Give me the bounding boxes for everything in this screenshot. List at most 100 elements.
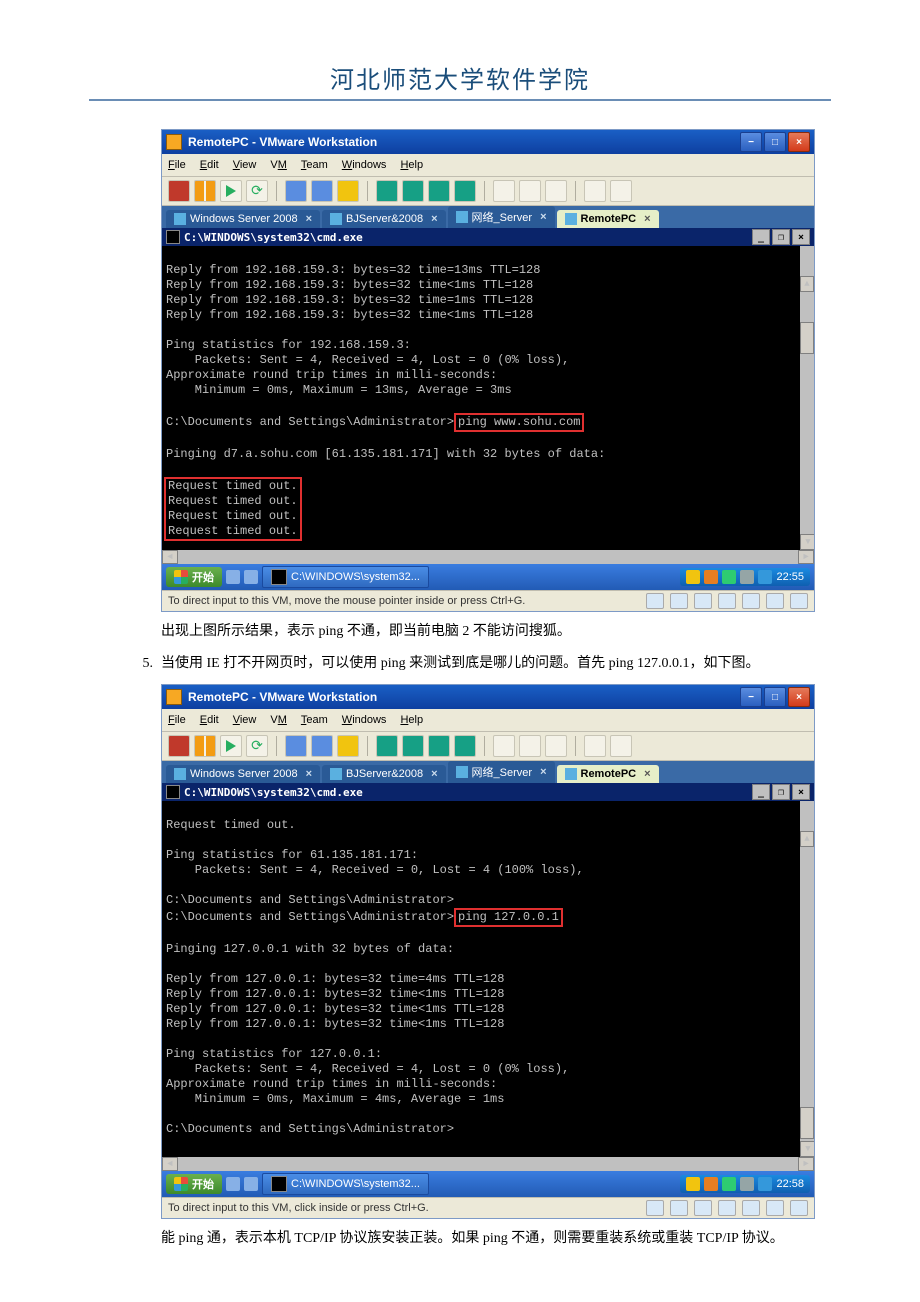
menu-windows[interactable]: Windows xyxy=(342,159,387,171)
device-printer-icon[interactable] xyxy=(790,1200,808,1216)
menu-help[interactable]: Help xyxy=(400,714,423,726)
view-icon-3[interactable] xyxy=(428,735,450,757)
device-usb-icon[interactable] xyxy=(742,1200,760,1216)
device-printer-icon[interactable] xyxy=(790,593,808,609)
scroll-up-icon[interactable]: ▲ xyxy=(800,831,814,847)
grab-icon[interactable] xyxy=(610,180,632,202)
close-icon[interactable]: × xyxy=(644,768,650,780)
menu-view[interactable]: View xyxy=(233,714,257,726)
play-icon[interactable] xyxy=(220,180,242,202)
maximize-button[interactable]: □ xyxy=(764,687,786,707)
menu-edit[interactable]: Edit xyxy=(200,714,219,726)
cmd-minimize-button[interactable]: _ xyxy=(752,229,770,245)
sidebar-icon[interactable] xyxy=(545,180,567,202)
vertical-scrollbar[interactable]: ▲ ▼ xyxy=(800,801,814,1157)
fullscreen-icon[interactable] xyxy=(493,180,515,202)
unity-icon[interactable] xyxy=(519,735,541,757)
maximize-button[interactable]: □ xyxy=(764,132,786,152)
view-icon-1[interactable] xyxy=(376,180,398,202)
cmd-minimize-button[interactable]: _ xyxy=(752,784,770,800)
close-icon[interactable]: × xyxy=(306,213,312,225)
tab-winserver2008[interactable]: Windows Server 2008× xyxy=(166,210,320,228)
tray-network-icon[interactable] xyxy=(722,570,736,584)
menu-file[interactable]: File xyxy=(168,714,186,726)
tray-volume-icon[interactable] xyxy=(740,570,754,584)
scroll-right-icon[interactable]: ► xyxy=(798,550,814,564)
view-icon-2[interactable] xyxy=(402,180,424,202)
scroll-thumb[interactable] xyxy=(800,322,814,354)
close-icon[interactable]: × xyxy=(431,213,437,225)
snapshot-manager-icon[interactable] xyxy=(311,180,333,202)
cmd-close-button[interactable]: × xyxy=(792,784,810,800)
cmd-restore-button[interactable]: ❐ xyxy=(772,784,790,800)
menu-help[interactable]: Help xyxy=(400,159,423,171)
pause-icon[interactable] xyxy=(194,735,216,757)
close-icon[interactable]: × xyxy=(306,768,312,780)
snapshot-manager-icon[interactable] xyxy=(311,735,333,757)
tray-network-icon[interactable] xyxy=(722,1177,736,1191)
minimize-button[interactable]: − xyxy=(740,132,762,152)
stop-icon[interactable] xyxy=(168,735,190,757)
close-icon[interactable]: × xyxy=(644,213,650,225)
menu-team[interactable]: Team xyxy=(301,159,328,171)
scroll-right-icon[interactable]: ► xyxy=(798,1157,814,1171)
close-button[interactable]: × xyxy=(788,687,810,707)
view-icon-2[interactable] xyxy=(402,735,424,757)
scroll-down-icon[interactable]: ▼ xyxy=(800,1141,814,1157)
revert-icon[interactable] xyxy=(337,180,359,202)
menu-edit[interactable]: Edit xyxy=(200,159,219,171)
tab-network-server[interactable]: 网络_Server× xyxy=(448,761,555,783)
stop-icon[interactable] xyxy=(168,180,190,202)
refresh-icon[interactable]: ⟳ xyxy=(246,735,268,757)
tab-winserver2008[interactable]: Windows Server 2008× xyxy=(166,765,320,783)
start-button[interactable]: 开始 xyxy=(166,1174,222,1194)
quicklaunch-desktop-icon[interactable] xyxy=(244,570,258,584)
horizontal-scrollbar[interactable]: ◄ ► xyxy=(162,1157,814,1171)
cmd-close-button[interactable]: × xyxy=(792,229,810,245)
tab-network-server[interactable]: 网络_Server× xyxy=(448,206,555,228)
view-icon-4[interactable] xyxy=(454,180,476,202)
taskbar-cmd-item[interactable]: C:\WINDOWS\system32... xyxy=(262,566,429,588)
scroll-thumb[interactable] xyxy=(800,1107,814,1139)
scroll-down-icon[interactable]: ▼ xyxy=(800,534,814,550)
tray-shield-icon[interactable] xyxy=(686,570,700,584)
scroll-up-icon[interactable]: ▲ xyxy=(800,276,814,292)
tray-alert-icon[interactable] xyxy=(704,1177,718,1191)
tray-vmtools-icon[interactable] xyxy=(758,1177,772,1191)
menu-vm[interactable]: VM xyxy=(270,159,287,171)
menu-file[interactable]: File xyxy=(168,159,186,171)
device-hdd-icon[interactable] xyxy=(670,1200,688,1216)
view-icon-1[interactable] xyxy=(376,735,398,757)
horizontal-scrollbar[interactable]: ◄ ► xyxy=(162,550,814,564)
tray-vmtools-icon[interactable] xyxy=(758,570,772,584)
device-floppy-icon[interactable] xyxy=(694,1200,712,1216)
start-button[interactable]: 开始 xyxy=(166,567,222,587)
device-net-icon[interactable] xyxy=(718,1200,736,1216)
pause-icon[interactable] xyxy=(194,180,216,202)
quicklaunch-desktop-icon[interactable] xyxy=(244,1177,258,1191)
device-cdrom-icon[interactable] xyxy=(646,593,664,609)
tray-volume-icon[interactable] xyxy=(740,1177,754,1191)
close-button[interactable]: × xyxy=(788,132,810,152)
tab-remotepc[interactable]: RemotePC× xyxy=(557,765,659,783)
fullscreen-icon[interactable] xyxy=(493,735,515,757)
menu-windows[interactable]: Windows xyxy=(342,714,387,726)
refresh-icon[interactable]: ⟳ xyxy=(246,180,268,202)
tray-shield-icon[interactable] xyxy=(686,1177,700,1191)
taskbar-cmd-item[interactable]: C:\WINDOWS\system32... xyxy=(262,1173,429,1195)
view-icon-3[interactable] xyxy=(428,180,450,202)
unity-icon[interactable] xyxy=(519,180,541,202)
close-icon[interactable]: × xyxy=(540,766,546,778)
device-hdd-icon[interactable] xyxy=(670,593,688,609)
tab-remotepc[interactable]: RemotePC× xyxy=(557,210,659,228)
grab-icon[interactable] xyxy=(610,735,632,757)
scroll-left-icon[interactable]: ◄ xyxy=(162,1157,178,1171)
device-floppy-icon[interactable] xyxy=(694,593,712,609)
scroll-left-icon[interactable]: ◄ xyxy=(162,550,178,564)
menu-team[interactable]: Team xyxy=(301,714,328,726)
device-sound-icon[interactable] xyxy=(766,1200,784,1216)
cmd-restore-button[interactable]: ❐ xyxy=(772,229,790,245)
view-icon-4[interactable] xyxy=(454,735,476,757)
device-sound-icon[interactable] xyxy=(766,593,784,609)
device-net-icon[interactable] xyxy=(718,593,736,609)
